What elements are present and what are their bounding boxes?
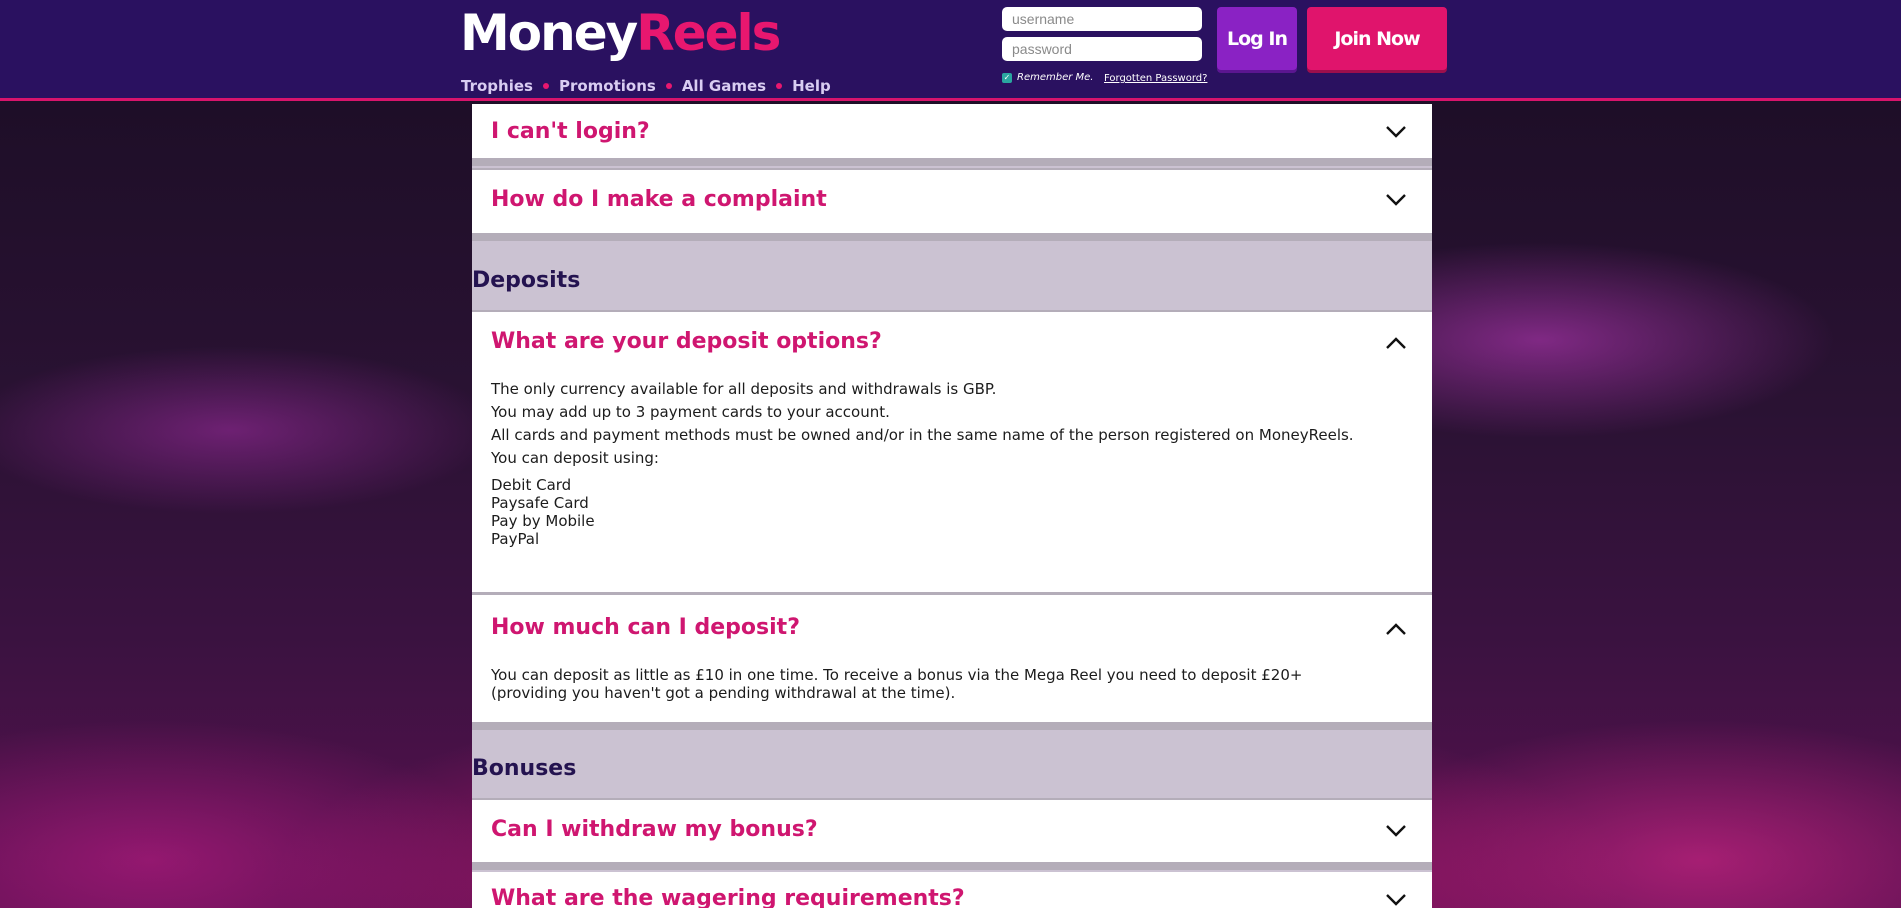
- nav-all-games[interactable]: All Games: [682, 77, 766, 95]
- chevron-down-icon[interactable]: [1385, 824, 1407, 838]
- nav-separator: [665, 83, 672, 89]
- answer-line: All cards and payment methods must be ow…: [491, 426, 1354, 444]
- forgotten-password-link[interactable]: Forgotten Password?: [1104, 73, 1207, 84]
- section-title-bonuses: Bonuses: [472, 756, 577, 781]
- faq-question[interactable]: How do I make a complaint: [491, 187, 827, 212]
- faq-item-how-much[interactable]: How much can I deposit? You can deposit …: [472, 595, 1432, 730]
- chevron-up-icon[interactable]: [1385, 622, 1407, 636]
- nav-promotions[interactable]: Promotions: [559, 77, 656, 95]
- answer-line: You may add up to 3 payment cards to you…: [491, 403, 890, 421]
- username-input[interactable]: [1002, 7, 1202, 31]
- nav-trophies[interactable]: Trophies: [461, 77, 533, 95]
- faq-item-deposit-options[interactable]: What are your deposit options? The only …: [472, 310, 1432, 600]
- faq-question[interactable]: How much can I deposit?: [491, 615, 800, 640]
- site-header: MoneyReels Trophies Promotions All Games…: [0, 0, 1901, 101]
- remember-me[interactable]: ✓ Remember Me.: [1002, 72, 1093, 83]
- faq-question[interactable]: Can I withdraw my bonus?: [491, 817, 818, 842]
- login-button[interactable]: Log In: [1217, 7, 1297, 70]
- logo-text-reels: Reels: [636, 4, 781, 62]
- faq-question[interactable]: What are the wagering requirements?: [491, 886, 965, 908]
- chevron-down-icon[interactable]: [1385, 193, 1407, 207]
- chevron-down-icon[interactable]: [1385, 125, 1407, 139]
- list-item: Paysafe Card: [491, 494, 589, 512]
- faq-item-wagering[interactable]: What are the wagering requirements?: [472, 872, 1432, 908]
- moneyreels-logo[interactable]: MoneyReels: [460, 4, 781, 62]
- chevron-up-icon[interactable]: [1385, 336, 1407, 350]
- faq-answer: You can deposit as little as £10 in one …: [491, 666, 1303, 702]
- chevron-down-icon[interactable]: [1385, 893, 1407, 907]
- faq-question[interactable]: I can't login?: [491, 119, 650, 144]
- deposit-methods-list: Debit Card Paysafe Card Pay by Mobile Pa…: [491, 476, 595, 548]
- section-title-deposits: Deposits: [472, 268, 581, 293]
- faq-question[interactable]: What are your deposit options?: [491, 329, 882, 354]
- list-item: PayPal: [491, 530, 540, 548]
- main-nav: Trophies Promotions All Games Help: [461, 77, 831, 95]
- answer-line: You can deposit using:: [491, 449, 659, 467]
- faq-answer: The only currency available for all depo…: [491, 378, 1354, 470]
- password-input[interactable]: [1002, 37, 1202, 61]
- nav-separator: [776, 83, 783, 89]
- nav-separator: [542, 83, 549, 89]
- faq-item-complaint[interactable]: How do I make a complaint: [472, 168, 1432, 241]
- logo-text-money: Money: [460, 4, 638, 62]
- list-item: Debit Card: [491, 476, 572, 494]
- list-item: Pay by Mobile: [491, 512, 595, 530]
- faq-item-cant-login[interactable]: I can't login?: [472, 104, 1432, 166]
- answer-line: The only currency available for all depo…: [491, 380, 997, 398]
- check-icon[interactable]: ✓: [1002, 72, 1012, 83]
- join-now-button[interactable]: Join Now: [1307, 7, 1447, 70]
- faq-content: I can't login? How do I make a complaint…: [472, 104, 1432, 908]
- nav-help[interactable]: Help: [792, 77, 831, 95]
- faq-item-withdraw-bonus[interactable]: Can I withdraw my bonus?: [472, 798, 1432, 870]
- remember-me-label: Remember Me.: [1017, 72, 1094, 83]
